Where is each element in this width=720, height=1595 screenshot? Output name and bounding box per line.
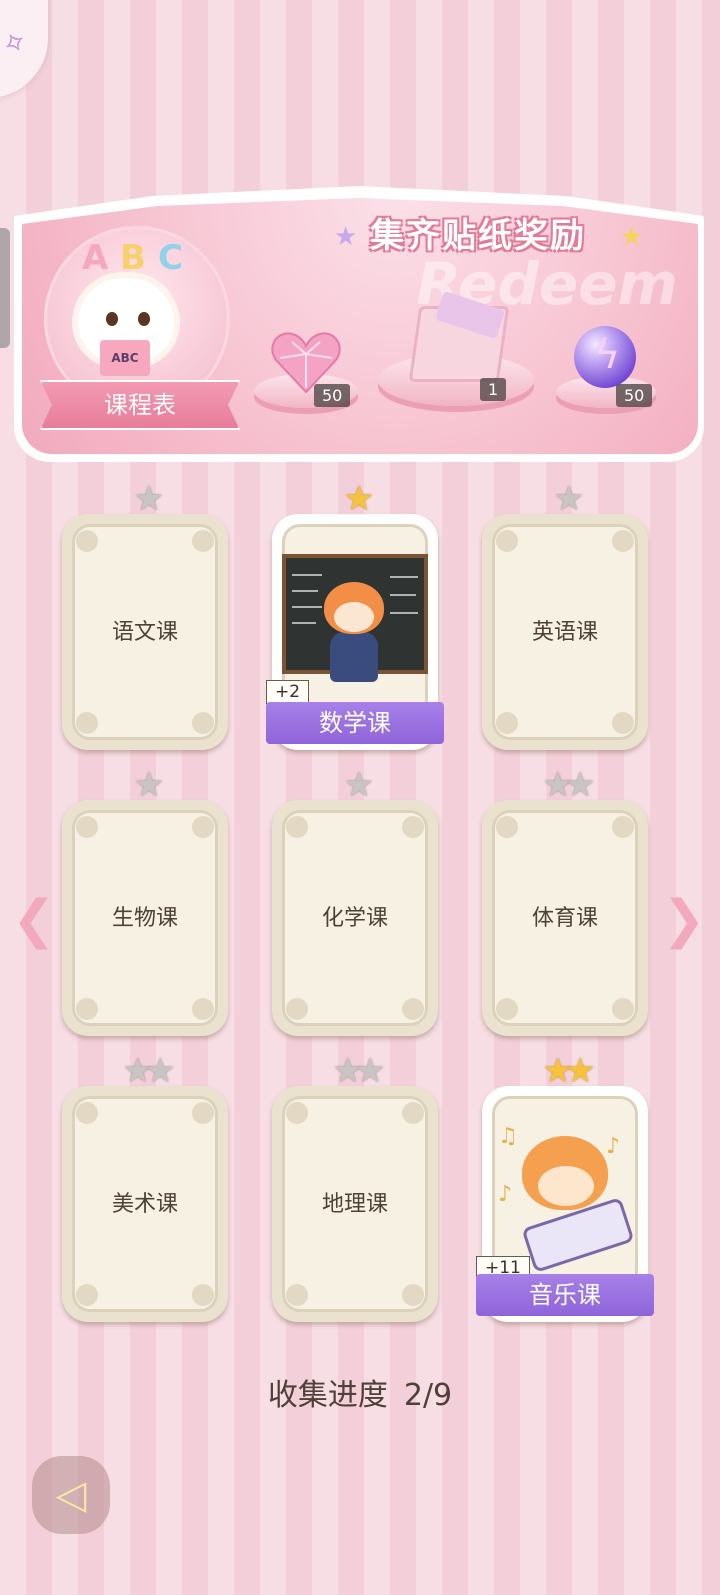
music-note-icon: ♪ [498, 1182, 513, 1207]
star-icon: ★ [542, 1051, 574, 1091]
abc-book: ABC [100, 340, 150, 376]
card-label: 英语课 [531, 620, 598, 645]
star-icon: ★ [343, 479, 375, 519]
course-card-chemistry[interactable]: ★ 化学课 [272, 768, 438, 1036]
card-label: 数学课 [266, 702, 444, 744]
music-note-icon: ♫ [498, 1124, 518, 1149]
schedule-button[interactable]: 课程表 [40, 380, 240, 430]
course-card-music[interactable]: ★★ ♫ ♪ ♪ +11 音乐课 [476, 1054, 654, 1322]
star-rating: ★ [272, 482, 438, 516]
course-card-english[interactable]: ★ 英语课 [482, 482, 648, 750]
star-icon: ★ [542, 765, 574, 805]
course-card-pe[interactable]: ★★ 体育课 [482, 768, 648, 1036]
star-icon: ★ [133, 765, 165, 805]
progress-label: 收集进度 [267, 1378, 388, 1413]
card-label: 语文课 [111, 620, 178, 645]
star-rating: ★ [62, 768, 228, 802]
card-label: 化学课 [321, 906, 388, 931]
gift-count: 1 [480, 378, 507, 401]
reward-title: 集齐贴纸奖励 [370, 216, 586, 256]
star-rating: ★★ [272, 1054, 438, 1088]
side-handle[interactable] [0, 228, 10, 348]
star-rating: ★ [482, 482, 648, 516]
course-card-chinese[interactable]: ★ 语文课 [62, 482, 228, 750]
star-icon: ★ [565, 765, 596, 805]
orb-count: 50 [616, 384, 653, 407]
letter-b: B [120, 238, 146, 278]
card-label: 生物课 [111, 906, 178, 931]
course-card-art[interactable]: ★★ 美术课 [62, 1054, 228, 1322]
star-icon: ★ [145, 1051, 176, 1091]
card-label: 体育课 [531, 906, 598, 931]
star-rating: ★ [62, 482, 228, 516]
card-label: 音乐课 [476, 1274, 654, 1316]
fan-icon: ⟡ [0, 21, 32, 62]
lightning-icon: ϟ [594, 332, 621, 378]
card-label: 美术课 [111, 1192, 178, 1217]
star-icon: ★ [620, 222, 644, 252]
letter-a: A [82, 238, 109, 278]
chevron-right-icon[interactable]: ❯ [662, 890, 706, 950]
progress-value: 2/9 [403, 1378, 453, 1413]
course-card-geography[interactable]: ★★ 地理课 [272, 1054, 438, 1322]
back-arrow-icon: ◁ [55, 1472, 87, 1518]
star-icon: ★ [122, 1051, 154, 1091]
star-icon: ★ [334, 222, 358, 252]
puppy-eye [138, 312, 150, 326]
star-rating: ★★ [482, 1054, 648, 1088]
star-rating: ★ [272, 768, 438, 802]
star-rating: ★★ [62, 1054, 228, 1088]
collection-progress: 收集进度 2/9 [0, 1370, 720, 1414]
star-icon: ★ [355, 1051, 386, 1091]
star-icon: ★ [332, 1051, 364, 1091]
bonus-badge: +2 [266, 680, 310, 704]
letter-c: C [158, 238, 183, 278]
star-icon: ★ [343, 765, 375, 805]
star-icon: ★ [565, 1051, 596, 1091]
star-icon: ★ [553, 479, 585, 519]
menu-corner-button[interactable]: ⟡ [0, 0, 48, 98]
heart-count: 50 [314, 384, 351, 407]
back-button[interactable]: ◁ [32, 1456, 110, 1534]
music-note-icon: ♪ [606, 1134, 621, 1159]
chevron-left-icon[interactable]: ❮ [12, 890, 56, 950]
card-label: 地理课 [321, 1192, 388, 1217]
star-rating: ★★ [482, 768, 648, 802]
fox-teacher [330, 632, 378, 682]
puppy-eye [106, 312, 118, 326]
course-card-biology[interactable]: ★ 生物课 [62, 768, 228, 1036]
course-card-math[interactable]: ★ +2 数学课 [266, 482, 444, 750]
star-icon: ★ [133, 479, 165, 519]
